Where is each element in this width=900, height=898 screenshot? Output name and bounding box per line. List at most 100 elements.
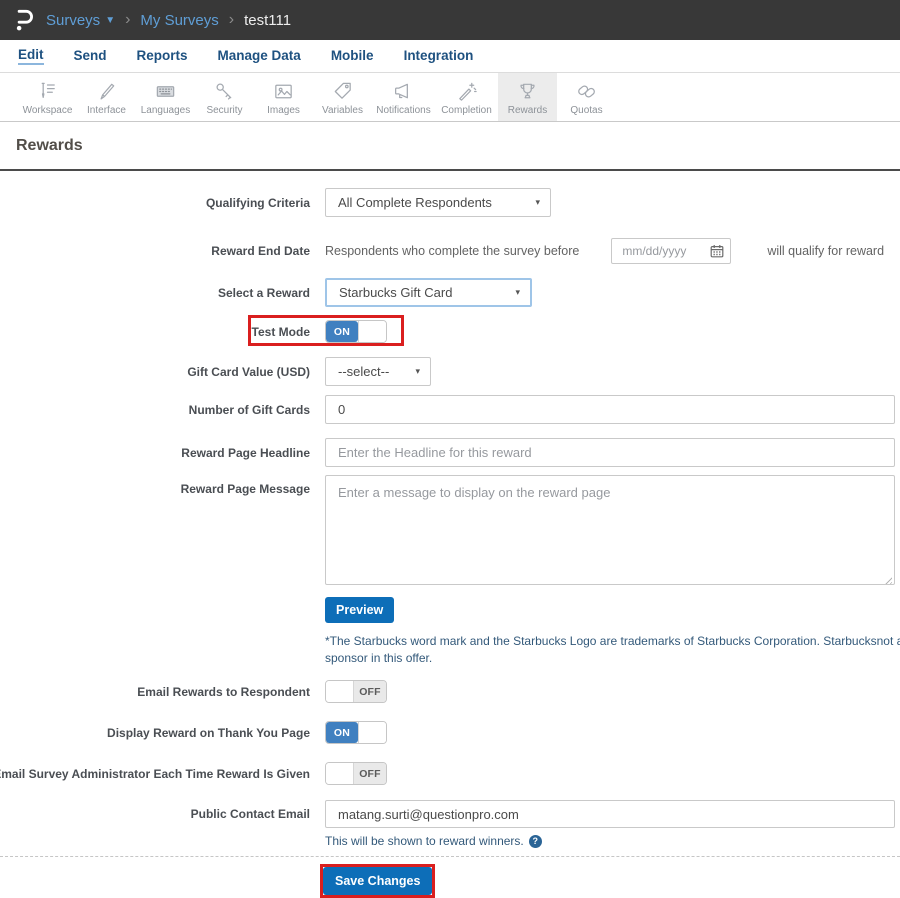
toggle-state-label: OFF [354,681,386,702]
reward-page-headline-row: Reward Page Headline [0,438,900,467]
toolbar-item-security[interactable]: Security [195,73,254,121]
toolbar-item-variables[interactable]: Variables [313,73,372,121]
select-reward-value: Starbucks Gift Card [339,285,453,300]
test-mode-toggle[interactable]: ON [325,320,387,343]
breadcrumb-separator-icon: › [228,11,235,28]
caret-down-icon: ▾ [415,366,420,376]
toolbar-item-rewards[interactable]: Rewards [498,73,557,121]
select-reward-label: Select a Reward [217,285,310,300]
toolbar-item-label: Images [267,105,300,116]
toggle-knob [326,681,354,702]
save-changes-highlight-annotation: Save Changes [320,864,436,898]
nav-tab-manage-data[interactable]: Manage Data [218,48,301,64]
nav-tab-integration[interactable]: Integration [404,48,474,64]
surveys-dropdown-caret-icon[interactable]: ▼ [105,15,115,26]
display-reward-label: Display Reward on Thank You Page [107,725,310,740]
toggle-knob [326,763,354,784]
display-reward-toggle[interactable]: ON [325,721,387,744]
qualifying-criteria-row: Qualifying Criteria All Complete Respond… [0,188,900,217]
nav-tab-reports[interactable]: Reports [137,48,188,64]
toolbar-item-label: Variables [322,105,363,116]
gift-card-value-row: Gift Card Value (USD) --select-- ▾ [0,357,900,386]
email-rewards-toggle[interactable]: OFF [325,680,387,703]
nav-tab-mobile[interactable]: Mobile [331,48,374,64]
reward-page-message-row: Reward Page Message [0,475,900,590]
rewards-form: Qualifying Criteria All Complete Respond… [0,171,900,898]
toolbar-item-completion[interactable]: Completion [435,73,498,121]
image-icon [275,84,292,99]
toolbar-item-label: Notifications [376,105,431,116]
reward-page-headline-input[interactable] [325,438,895,467]
breadcrumb-current-survey: test111 [244,11,292,29]
breadcrumb-surveys[interactable]: Surveys [46,12,100,29]
public-contact-email-input[interactable] [325,800,895,828]
toolbar-item-label: Security [206,105,243,116]
pen-list-icon [41,82,55,98]
email-admin-row: Email Survey Administrator Each Time Rew… [0,762,900,785]
top-bar: Surveys ▼ › My Surveys › test111 [0,0,900,40]
test-mode-label: Test Mode [251,324,310,339]
toolbar-item-label: Workspace [22,105,73,116]
toolbar-item-workspace[interactable]: Workspace [18,73,77,121]
nav-tab-edit[interactable]: Edit [18,47,44,65]
chain-icon [578,85,595,98]
gift-card-value-value: --select-- [338,364,390,379]
reward-end-date-label: Reward End Date [211,244,310,258]
toggle-state-label: OFF [354,763,386,784]
public-contact-email-row: Public Contact Email [0,800,900,828]
qualifying-criteria-label: Qualifying Criteria [205,195,310,210]
toolbar-item-interface[interactable]: Interface [77,73,136,121]
toolbar-item-quotas[interactable]: Quotas [557,73,616,121]
qualifying-criteria-select[interactable]: All Complete Respondents ▾ [325,188,551,217]
test-mode-row: Test Mode ON [0,315,900,346]
keyboard-icon [156,86,175,97]
calendar-icon[interactable] [710,244,724,258]
number-of-gift-cards-row: Number of Gift Cards [0,395,900,424]
toggle-state-label: ON [326,722,358,743]
display-reward-row: Display Reward on Thank You Page ON [0,721,900,744]
toggle-knob [358,722,386,743]
questionpro-logo-icon[interactable] [12,7,36,33]
public-email-help: This will be shown to reward winners. ? [325,834,900,848]
toolbar-item-notifications[interactable]: Notifications [372,73,435,121]
breadcrumb-separator-icon: › [125,11,131,28]
reward-page-message-textarea[interactable] [325,475,895,585]
toolbar-item-languages[interactable]: Languages [136,73,195,121]
reward-page-message-label: Reward Page Message [180,482,310,496]
gift-card-value-select[interactable]: --select-- ▾ [325,357,431,386]
trophy-icon [520,83,535,99]
edit-toolbar: Workspace Interface Languages Security I… [0,73,900,122]
reward-end-date-prefix: Respondents who complete the survey befo… [325,244,580,258]
page-title: Rewards [16,137,83,154]
help-question-icon[interactable]: ? [528,834,542,848]
key-icon [216,83,232,100]
number-of-gift-cards-input[interactable] [325,395,895,424]
nav-tab-send[interactable]: Send [74,48,107,64]
email-admin-label: Email Survey Administrator Each Time Rew… [0,766,310,781]
toolbar-item-images[interactable]: Images [254,73,313,121]
toolbar-item-label: Languages [140,105,191,116]
starbucks-trademark-note: *The Starbucks word mark and the Starbuc… [325,634,900,665]
megaphone-icon [395,83,408,99]
save-changes-button[interactable]: Save Changes [323,867,433,895]
email-rewards-row: Email Rewards to Respondent OFF [0,680,900,703]
select-reward-row: Select a Reward Starbucks Gift Card ▾ [0,278,900,307]
gift-card-value-label: Gift Card Value (USD) [187,364,310,379]
preview-button[interactable]: Preview [325,597,395,623]
caret-down-icon: ▾ [515,287,520,297]
select-reward-select[interactable]: Starbucks Gift Card ▾ [325,278,532,307]
footer-divider [0,856,900,857]
toolbar-item-label: Rewards [507,105,548,116]
breadcrumb-my-surveys[interactable]: My Surveys [140,12,218,29]
email-admin-toggle[interactable]: OFF [325,762,387,785]
number-of-gift-cards-label: Number of Gift Cards [188,402,310,417]
toolbar-item-label: Quotas [570,105,603,116]
reward-end-date-field [611,238,732,264]
toolbar-item-label: Interface [87,105,126,116]
main-nav: Edit Send Reports Manage Data Mobile Int… [0,40,900,73]
public-contact-email-label: Public Contact Email [190,807,310,821]
reward-end-date-suffix: will qualify for reward [767,244,885,258]
reward-end-date-row: Reward End Date Respondents who complete… [0,238,900,264]
caret-down-icon: ▾ [535,197,540,207]
qualifying-criteria-value: All Complete Respondents [338,195,492,210]
